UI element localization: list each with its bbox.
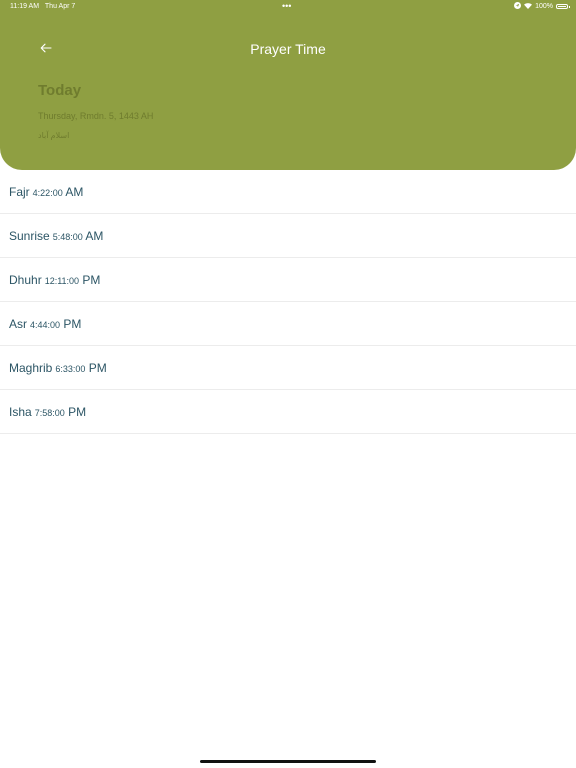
prayer-name: Isha — [9, 404, 32, 419]
prayer-time: 4:44:00 PM — [30, 317, 81, 331]
battery-percent: 100% — [535, 3, 553, 10]
prayer-name: Fajr — [9, 184, 30, 199]
prayer-clock: 4:44:00 — [30, 319, 61, 330]
prayer-ampm: PM — [88, 360, 107, 375]
prayer-clock: 7:58:00 — [34, 407, 65, 418]
prayer-row-sunrise[interactable]: Sunrise 5:48:00 AM — [0, 214, 576, 258]
prayer-clock: 5:48:00 — [52, 231, 83, 242]
location-arabic: اسلام آباد — [38, 131, 70, 140]
wifi-icon — [524, 2, 533, 11]
prayer-name: Asr — [9, 316, 27, 331]
prayer-row-fajr[interactable]: Fajr 4:22:00 AM — [0, 170, 576, 214]
prayer-row-asr[interactable]: Asr 4:44:00 PM — [0, 302, 576, 346]
hijri-date: Thursday, Rmdn. 5, 1443 AH — [38, 111, 154, 121]
prayer-clock: 12:11:00 — [44, 275, 80, 286]
status-time-date: 11:19 AM Thu Apr 7 — [10, 3, 75, 10]
prayer-ampm: PM — [82, 272, 101, 287]
page-title: Prayer Time — [250, 41, 326, 57]
location-icon — [514, 2, 522, 11]
battery-icon — [556, 4, 570, 9]
multitasking-dots[interactable]: ••• — [282, 1, 291, 11]
prayer-ampm: AM — [65, 184, 84, 199]
prayer-row-dhuhr[interactable]: Dhuhr 12:11:00 PM — [0, 258, 576, 302]
prayer-clock: 6:33:00 — [55, 363, 86, 374]
prayer-time-screen: 11:19 AM Thu Apr 7 ••• 100% Prayer Time … — [0, 0, 576, 768]
prayer-times-list: Fajr 4:22:00 AM Sunrise 5:48:00 AM Dhuhr… — [0, 170, 576, 434]
prayer-time: 6:33:00 PM — [55, 361, 106, 375]
status-date: Thu Apr 7 — [44, 3, 76, 10]
status-indicators: 100% — [514, 2, 570, 11]
today-heading: Today — [38, 82, 82, 99]
prayer-ampm: PM — [63, 316, 82, 331]
status-time: 11:19 AM — [10, 3, 40, 10]
prayer-time: 7:58:00 PM — [35, 405, 86, 419]
prayer-name: Dhuhr — [9, 272, 42, 287]
prayer-time: 12:11:00 PM — [45, 273, 101, 287]
prayer-time: 5:48:00 AM — [53, 229, 104, 243]
prayer-name: Maghrib — [9, 360, 53, 375]
prayer-time: 4:22:00 AM — [33, 185, 84, 199]
prayer-clock: 4:22:00 — [32, 187, 63, 198]
prayer-name: Sunrise — [9, 228, 50, 243]
header: 11:19 AM Thu Apr 7 ••• 100% Prayer Time … — [0, 0, 576, 170]
status-bar: 11:19 AM Thu Apr 7 ••• 100% — [0, 0, 576, 14]
prayer-row-maghrib[interactable]: Maghrib 6:33:00 PM — [0, 346, 576, 390]
prayer-ampm: PM — [68, 404, 87, 419]
prayer-ampm: AM — [85, 228, 104, 243]
home-indicator[interactable] — [200, 760, 376, 763]
prayer-row-isha[interactable]: Isha 7:58:00 PM — [0, 390, 576, 434]
